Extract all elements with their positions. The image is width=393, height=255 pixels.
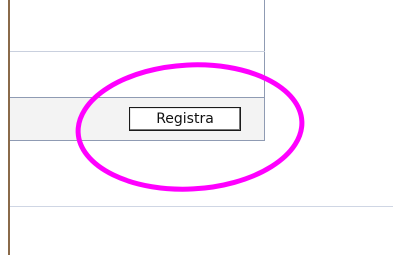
screenshot-stage: Registra [0, 0, 393, 255]
form-row-divider [10, 51, 265, 52]
section-divider [10, 206, 393, 207]
register-button[interactable]: Registra [129, 107, 241, 131]
